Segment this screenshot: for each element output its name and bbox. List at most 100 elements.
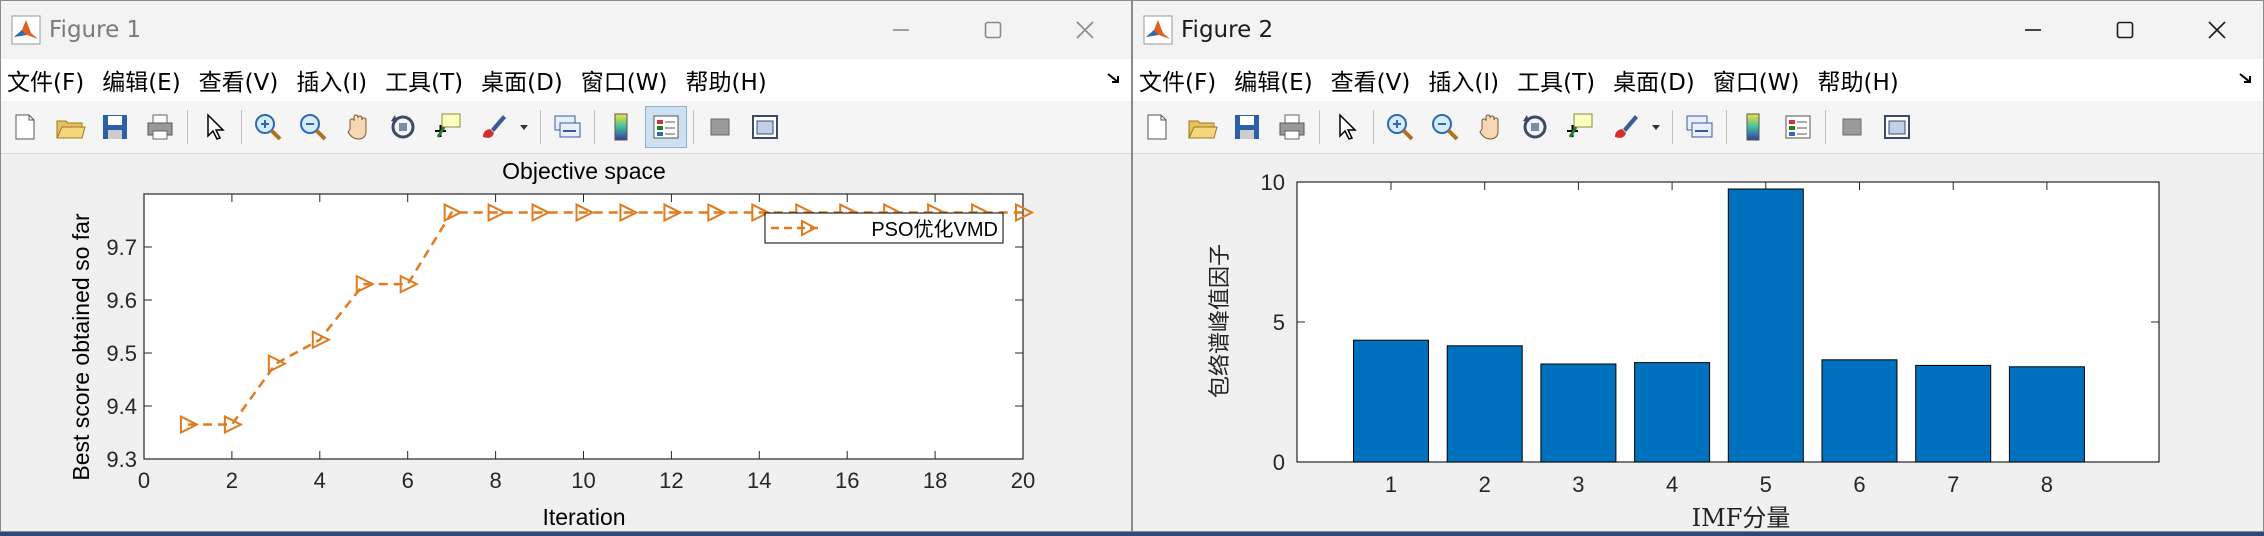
toolbar-separator [1672, 110, 1673, 144]
pointer-icon [1339, 113, 1357, 140]
brush-dropdown[interactable] [518, 107, 530, 147]
x-tick-label: 1 [1385, 472, 1397, 497]
zoom-in-button[interactable] [1380, 107, 1420, 147]
toolbar-separator [693, 110, 694, 144]
x-tick-label: 3 [1572, 472, 1584, 497]
x-tick-label: 10 [571, 468, 595, 493]
link-plot-button[interactable] [1679, 107, 1719, 147]
toolbar-separator [1319, 110, 1320, 144]
matlab-logo-icon [1143, 15, 1173, 45]
brush-button[interactable] [1605, 107, 1645, 147]
open-file-button[interactable] [1182, 107, 1222, 147]
menu-window[interactable]: 窗口(W) [575, 63, 668, 97]
new-figure-button[interactable] [5, 107, 45, 147]
y-axis-label: 包络谱峰值因子 [1208, 244, 1233, 398]
minimize-button[interactable] [1987, 1, 2079, 59]
y-tick-label: 9.6 [106, 288, 137, 313]
zoom-in-icon [255, 114, 282, 141]
desktop-background [0, 532, 2264, 536]
zoom-out-icon [300, 114, 327, 141]
menu-help[interactable]: 帮助(H) [1811, 63, 1898, 97]
show-plot-tools-button[interactable] [745, 107, 785, 147]
data-cursor-button[interactable] [428, 107, 468, 147]
print-button[interactable] [1272, 107, 1312, 147]
rotate-3d-button[interactable] [383, 107, 423, 147]
minimize-button[interactable] [855, 1, 947, 59]
x-tick-label: 8 [2041, 472, 2053, 497]
menu-help[interactable]: 帮助(H) [679, 63, 766, 97]
menu-tools[interactable]: 工具(T) [379, 63, 463, 97]
menu-edit[interactable]: 编辑(E) [96, 63, 180, 97]
save-button[interactable] [95, 107, 135, 147]
maximize-button[interactable] [2079, 1, 2171, 59]
menu-tools[interactable]: 工具(T) [1511, 63, 1595, 97]
y-tick-label: 5 [1273, 310, 1285, 335]
menu-window[interactable]: 窗口(W) [1707, 63, 1800, 97]
hide-plot-tools-button[interactable] [1832, 107, 1872, 147]
zoom-out-icon [1432, 114, 1459, 141]
brush-icon [1615, 115, 1638, 138]
dock-arrow-icon[interactable] [2237, 69, 2255, 87]
colorbar-button[interactable] [1733, 107, 1773, 147]
toolbar-separator [594, 110, 595, 144]
save-button[interactable] [1227, 107, 1267, 147]
brush-dropdown[interactable] [1650, 107, 1662, 147]
x-axis-label: Iteration [542, 504, 625, 530]
x-tick-label: 2 [1479, 472, 1491, 497]
toolbar-separator [540, 110, 541, 144]
brush-button[interactable] [473, 107, 513, 147]
edit-plot-button[interactable] [1326, 107, 1366, 147]
pan-button[interactable] [338, 107, 378, 147]
close-icon [1076, 21, 1094, 39]
toolbar-separator [241, 110, 242, 144]
legend-button[interactable] [1778, 107, 1818, 147]
link-plot-button[interactable] [547, 107, 587, 147]
pointer-icon [207, 113, 225, 140]
title-bar[interactable]: Figure 1 [1, 1, 1131, 59]
zoom-in-button[interactable] [248, 107, 288, 147]
menu-insert[interactable]: 插入(I) [1422, 63, 1499, 97]
hide-plot-tools-button[interactable] [700, 107, 740, 147]
zoom-out-button[interactable] [1425, 107, 1465, 147]
open-file-icon [1188, 120, 1218, 139]
open-file-button[interactable] [50, 107, 90, 147]
maximize-icon [984, 21, 1002, 39]
legend-button[interactable] [645, 106, 687, 148]
menu-edit[interactable]: 编辑(E) [1228, 63, 1312, 97]
rotate-3d-button[interactable] [1515, 107, 1555, 147]
plot-area[interactable]: Objective space Iteration Best score obt… [1, 154, 1131, 531]
bar [1821, 359, 1898, 463]
new-figure-icon [15, 114, 35, 140]
menu-view[interactable]: 查看(V) [1325, 63, 1411, 97]
dock-arrow-icon[interactable] [1105, 69, 1123, 87]
line-chart: Objective space Iteration Best score obt… [68, 158, 1035, 530]
menu-insert[interactable]: 插入(I) [290, 63, 367, 97]
new-figure-button[interactable] [1137, 107, 1177, 147]
title-bar[interactable]: Figure 2 [1133, 1, 2263, 59]
zoom-out-button[interactable] [293, 107, 333, 147]
x-tick-label: 18 [923, 468, 947, 493]
bar [1915, 364, 1992, 463]
bar [2008, 366, 2085, 463]
link-plot-icon [1686, 115, 1713, 138]
menu-desktop[interactable]: 桌面(D) [475, 63, 563, 97]
close-button[interactable] [1039, 1, 1131, 59]
menu-file[interactable]: 文件(F) [1, 63, 84, 97]
menu-file[interactable]: 文件(F) [1133, 63, 1216, 97]
legend[interactable]: PSO优化VMD [764, 212, 1004, 244]
plot-area[interactable]: IMF分量 包络谱峰值因子 0 5 10 1 2 3 4 5 6 7 8 [1133, 154, 2263, 531]
menu-view[interactable]: 查看(V) [193, 63, 279, 97]
colorbar-button[interactable] [601, 107, 641, 147]
close-button[interactable] [2171, 1, 2263, 59]
maximize-icon [2116, 21, 2134, 39]
show-plot-tools-button[interactable] [1877, 107, 1917, 147]
menu-desktop[interactable]: 桌面(D) [1607, 63, 1695, 97]
data-cursor-button[interactable] [1560, 107, 1600, 147]
window-title: Figure 2 [1181, 17, 1274, 43]
x-tick-label: 4 [1666, 472, 1678, 497]
edit-plot-button[interactable] [194, 107, 234, 147]
colorbar-icon [1746, 113, 1760, 141]
print-button[interactable] [140, 107, 180, 147]
pan-button[interactable] [1470, 107, 1510, 147]
maximize-button[interactable] [947, 1, 1039, 59]
